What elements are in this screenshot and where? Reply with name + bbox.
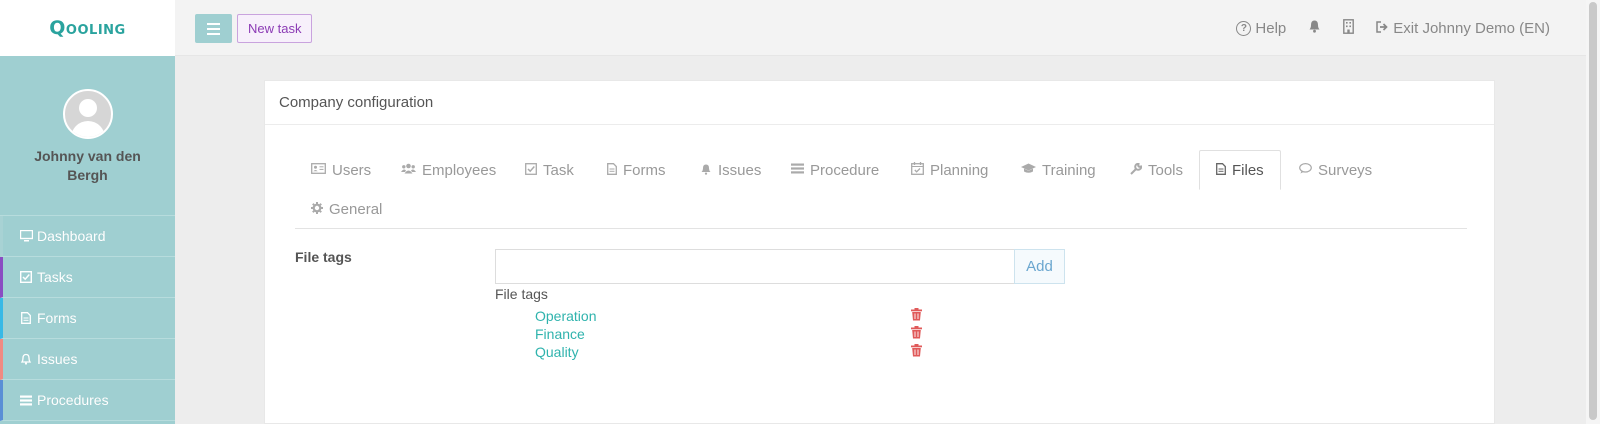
tab-label: Employees — [422, 161, 497, 179]
list-icon — [791, 163, 804, 177]
user-name: Johnny van den Bergh — [34, 148, 141, 183]
wrench-icon — [1130, 162, 1143, 178]
trash-icon[interactable] — [911, 308, 922, 321]
monitor-icon — [19, 229, 33, 243]
check-square-icon — [525, 162, 537, 178]
graduation-cap-icon — [1021, 163, 1036, 177]
sidebar-item-label: Forms — [37, 310, 77, 326]
comment-icon — [1299, 163, 1312, 177]
trash-icon[interactable] — [911, 326, 922, 339]
avatar[interactable] — [62, 89, 113, 139]
tab-task[interactable]: Task — [525, 151, 574, 189]
tab-surveys[interactable]: Surveys — [1299, 151, 1372, 189]
file-tag-input-group: Add — [495, 249, 1065, 284]
tab-users[interactable]: Users — [311, 151, 371, 189]
tab-label: General — [329, 200, 383, 218]
tab-tools[interactable]: Tools — [1130, 151, 1183, 189]
tab-label: Procedure — [810, 161, 880, 179]
config-tabs: Users Employees Task Forms Issues Proced… — [295, 150, 1467, 229]
id-card-icon — [311, 163, 326, 177]
new-task-button[interactable]: New task — [237, 14, 313, 43]
tab-employees[interactable]: Employees — [401, 151, 496, 189]
tab-files[interactable]: Files — [1199, 150, 1281, 190]
users-icon — [401, 163, 416, 177]
panel-title: Company configuration — [265, 81, 1494, 125]
top-bar: New task ? Help Exit Johnny Demo (EN) — [175, 0, 1600, 56]
top-right-menu: ? Help Exit Johnny Demo (EN) — [1236, 0, 1550, 56]
file-tags-list-title: File tags — [495, 286, 548, 302]
check-square-icon — [19, 270, 33, 284]
sidebar-item-label: Issues — [37, 351, 78, 367]
gear-icon — [311, 201, 323, 217]
sign-out-icon — [1376, 20, 1389, 37]
tab-label: Training — [1042, 161, 1096, 179]
tab-label: Planning — [930, 161, 989, 179]
sidebar-item-forms[interactable]: Forms — [0, 298, 175, 339]
app-logo[interactable]: Qooling — [49, 17, 125, 39]
sidebar-item-issues[interactable]: Issues — [0, 339, 175, 380]
company-configuration-panel: Company configuration Users Employees Ta… — [264, 80, 1495, 424]
tab-label: Surveys — [1318, 161, 1373, 179]
page-scrollbar[interactable] — [1586, 0, 1600, 424]
sidebar-nav: Dashboard Tasks Forms Issues Procedures — [0, 215, 175, 421]
file-icon — [1216, 162, 1226, 178]
tab-label: Tools — [1148, 161, 1184, 179]
bell-icon — [700, 163, 712, 178]
exit-label: Exit Johnny Demo (EN) — [1393, 19, 1550, 37]
tab-forms[interactable]: Forms — [607, 151, 666, 189]
tab-training[interactable]: Training — [1021, 151, 1096, 189]
trash-icon[interactable] — [911, 344, 922, 357]
list-item: Finance — [535, 326, 935, 344]
calendar-icon — [911, 162, 924, 178]
file-icon — [607, 162, 617, 178]
tab-planning[interactable]: Planning — [911, 151, 988, 189]
tab-procedure[interactable]: Procedure — [791, 151, 879, 189]
tab-issues[interactable]: Issues — [700, 151, 761, 189]
file-tags-label: File tags — [295, 249, 352, 265]
tab-label: Users — [332, 161, 372, 179]
exit-demo-link[interactable]: Exit Johnny Demo (EN) — [1376, 20, 1550, 37]
user-profile: Johnny van den Bergh — [0, 56, 175, 215]
bell-icon — [19, 352, 33, 366]
building-icon — [1343, 18, 1355, 38]
tab-label: Forms — [623, 161, 666, 179]
list-item: Operation — [535, 308, 935, 326]
list-item: Quality — [535, 344, 935, 362]
tag-link-operation[interactable]: Operation — [535, 308, 596, 324]
sidebar-item-dashboard[interactable]: Dashboard — [0, 216, 175, 257]
bell-icon — [1308, 19, 1321, 37]
sidebar-item-tasks[interactable]: Tasks — [0, 257, 175, 298]
help-label: Help — [1255, 19, 1287, 37]
company-button[interactable] — [1343, 18, 1355, 38]
logo-area[interactable]: Qooling — [0, 0, 175, 56]
file-icon — [19, 311, 33, 325]
sidebar: Qooling Johnny van den Bergh Dashboard T… — [0, 0, 175, 424]
file-tag-input[interactable] — [495, 249, 1014, 284]
notifications-button[interactable] — [1308, 19, 1321, 37]
tab-label: Issues — [718, 161, 762, 179]
tab-label: Files — [1232, 161, 1264, 179]
add-tag-button[interactable]: Add — [1014, 249, 1065, 284]
tab-label: Task — [543, 161, 574, 179]
hamburger-icon — [207, 22, 220, 25]
help-link[interactable]: ? Help — [1236, 20, 1286, 37]
sidebar-item-label: Procedures — [37, 392, 109, 408]
question-circle-icon: ? — [1236, 20, 1252, 36]
tag-link-quality[interactable]: Quality — [535, 344, 579, 360]
sidebar-item-label: Dashboard — [37, 228, 106, 244]
scrollbar-thumb[interactable] — [1589, 2, 1597, 420]
sidebar-item-label: Tasks — [37, 269, 73, 285]
tab-general[interactable]: General — [311, 190, 382, 228]
sidebar-item-procedures[interactable]: Procedures — [0, 380, 175, 421]
menu-toggle-button[interactable] — [195, 14, 232, 43]
tag-link-finance[interactable]: Finance — [535, 326, 585, 342]
list-icon — [19, 393, 33, 407]
